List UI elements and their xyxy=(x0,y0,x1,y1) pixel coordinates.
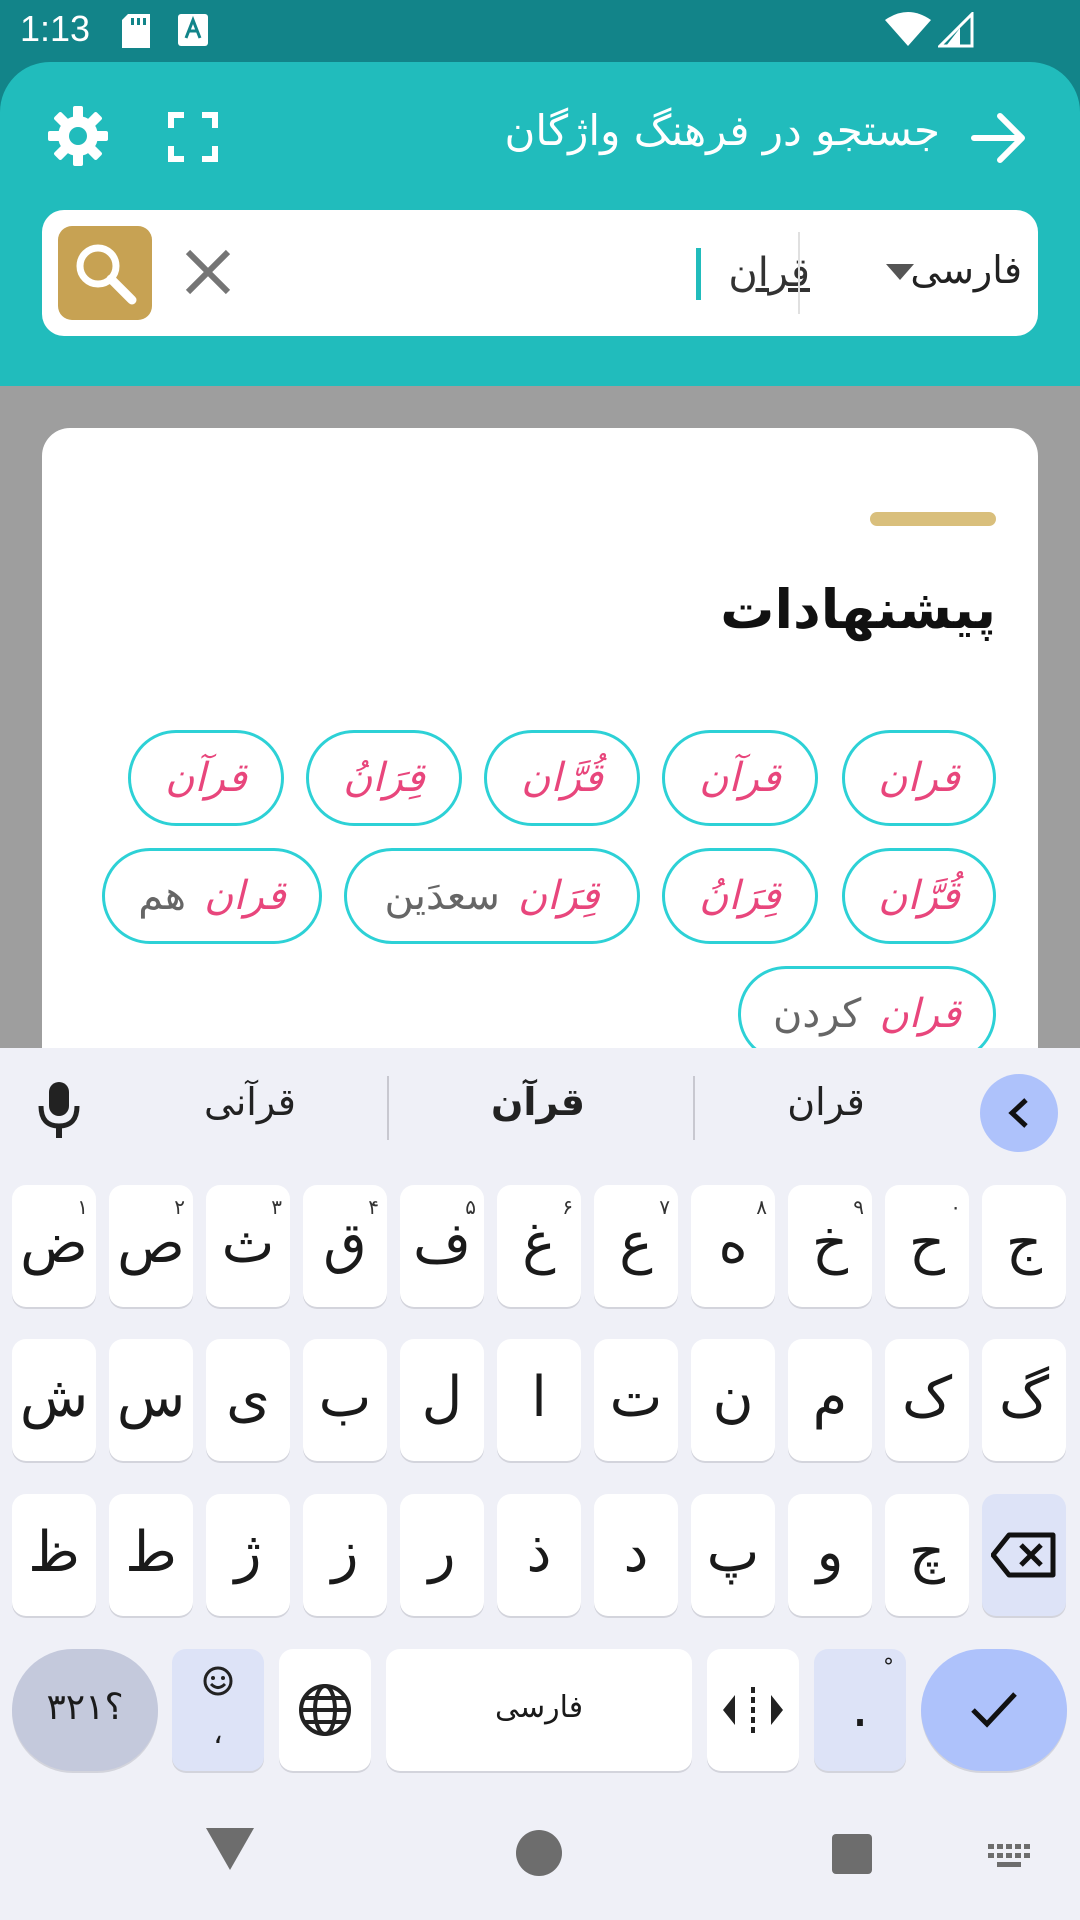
back-arrow-icon[interactable] xyxy=(970,110,1030,166)
key[interactable]: ک xyxy=(885,1339,969,1461)
key[interactable]: ق۴ xyxy=(303,1185,387,1307)
gear-icon[interactable] xyxy=(46,104,110,168)
search-icon xyxy=(76,244,137,305)
keyboard-suggestion[interactable]: قرآن xyxy=(458,1080,618,1124)
key[interactable]: چ xyxy=(885,1494,969,1616)
keyboard-suggestion-strip: قرآنی قرآن قران xyxy=(0,1048,1080,1168)
key[interactable]: ح۰ xyxy=(885,1185,969,1307)
key[interactable]: ظ xyxy=(12,1494,96,1616)
key[interactable]: خ۹ xyxy=(788,1185,872,1307)
symbols-key[interactable]: ؟۳۲۱ xyxy=(12,1649,158,1771)
key[interactable]: پ xyxy=(691,1494,775,1616)
chevron-left-icon xyxy=(1008,1098,1028,1128)
suggestions-title: پیشنهادات xyxy=(720,578,996,641)
page-title: جستجو در فرهنگ واژگان xyxy=(504,106,940,155)
microphone-icon[interactable] xyxy=(36,1080,82,1140)
key[interactable]: و xyxy=(788,1494,872,1616)
key[interactable]: ژ xyxy=(206,1494,290,1616)
nav-recents-icon[interactable] xyxy=(832,1834,872,1874)
globe-icon xyxy=(299,1684,351,1736)
key[interactable]: ج xyxy=(982,1185,1066,1307)
strip-divider xyxy=(387,1076,389,1140)
text-cursor xyxy=(696,248,701,300)
keyboard-suggestion[interactable]: قرآنی xyxy=(170,1080,330,1124)
enter-key[interactable] xyxy=(921,1649,1067,1771)
search-bar: فارسی xyxy=(42,210,1038,336)
keyboard-suggestion[interactable]: قران xyxy=(746,1080,906,1124)
key[interactable]: ر xyxy=(400,1494,484,1616)
language-label: فارسی xyxy=(910,248,1022,292)
navigation-bar xyxy=(0,1796,1080,1920)
suggestion-chip[interactable]: قران xyxy=(842,730,996,826)
keyboard-status-icon xyxy=(178,14,208,46)
language-switch-key[interactable] xyxy=(279,1649,371,1771)
backspace-key[interactable] xyxy=(982,1494,1066,1616)
keyboard: قرآنی قرآن قران ج ح۰ خ۹ ه۸ ع۷ غ۶ ف۵ ق۴ ث… xyxy=(0,1048,1080,1920)
close-icon[interactable] xyxy=(182,246,234,298)
signal-icon xyxy=(938,12,974,48)
search-input[interactable] xyxy=(242,238,812,308)
collapse-strip-button[interactable] xyxy=(980,1074,1058,1152)
space-key[interactable]: فارسی xyxy=(386,1649,692,1771)
key[interactable]: ع۷ xyxy=(594,1185,678,1307)
status-bar: 1:13 xyxy=(0,0,1080,62)
suggestion-chip[interactable]: قِرَانُ xyxy=(662,848,818,944)
fullscreen-icon[interactable] xyxy=(168,112,218,162)
period-key[interactable]: ° . xyxy=(814,1649,906,1771)
key[interactable]: گ xyxy=(982,1339,1066,1461)
search-divider xyxy=(798,232,800,314)
cursor-move-key[interactable] xyxy=(707,1649,799,1771)
strip-divider xyxy=(693,1076,695,1140)
emoji-key[interactable]: ، xyxy=(172,1649,264,1771)
app-header: جستجو در فرهنگ واژگان قران فارسی xyxy=(0,62,1080,386)
key[interactable]: ن xyxy=(691,1339,775,1461)
suggestion-chip[interactable]: قرآن xyxy=(128,730,284,826)
sd-card-icon xyxy=(122,14,150,48)
card-accent-bar xyxy=(870,512,996,526)
backspace-icon xyxy=(991,1532,1056,1578)
wifi-icon xyxy=(885,12,931,46)
period-key-hint: ° xyxy=(883,1655,894,1680)
cursor-move-icon xyxy=(723,1687,783,1733)
key[interactable]: ف۵ xyxy=(400,1185,484,1307)
suggestion-chip[interactable]: قُرَّان xyxy=(842,848,996,944)
key[interactable]: ه۸ xyxy=(691,1185,775,1307)
key[interactable]: ز xyxy=(303,1494,387,1616)
key[interactable]: ط xyxy=(109,1494,193,1616)
suggestion-chip[interactable]: قُرَّان xyxy=(484,730,640,826)
key[interactable]: ل xyxy=(400,1339,484,1461)
suggestion-chip[interactable]: قِرَان سعدَین xyxy=(344,848,640,944)
key[interactable]: س xyxy=(109,1339,193,1461)
key[interactable]: ا xyxy=(497,1339,581,1461)
suggestion-chip[interactable]: قرآن xyxy=(662,730,818,826)
suggestion-chip[interactable]: قران هم xyxy=(102,848,322,944)
language-select[interactable]: فارسی xyxy=(842,240,1022,306)
key[interactable]: د xyxy=(594,1494,678,1616)
key[interactable]: ذ xyxy=(497,1494,581,1616)
search-button[interactable] xyxy=(58,226,152,320)
suggestion-chip[interactable]: قِرَانُ xyxy=(306,730,462,826)
key[interactable]: ش xyxy=(12,1339,96,1461)
nav-back-icon[interactable] xyxy=(206,1828,254,1870)
check-icon xyxy=(971,1692,1017,1728)
key[interactable]: ی xyxy=(206,1339,290,1461)
key[interactable]: ص۲ xyxy=(109,1185,193,1307)
status-time: 1:13 xyxy=(20,8,91,49)
key[interactable]: غ۶ xyxy=(497,1185,581,1307)
suggestions-card: پیشنهادات قران قرآن قُرَّان قِرَانُ قرآن… xyxy=(42,428,1038,1128)
key[interactable]: ب xyxy=(303,1339,387,1461)
key[interactable]: ث۳ xyxy=(206,1185,290,1307)
key[interactable]: م xyxy=(788,1339,872,1461)
key[interactable]: ت xyxy=(594,1339,678,1461)
keyboard-switch-icon[interactable] xyxy=(988,1844,1030,1872)
nav-home-icon[interactable] xyxy=(516,1830,562,1876)
key[interactable]: ض۱ xyxy=(12,1185,96,1307)
